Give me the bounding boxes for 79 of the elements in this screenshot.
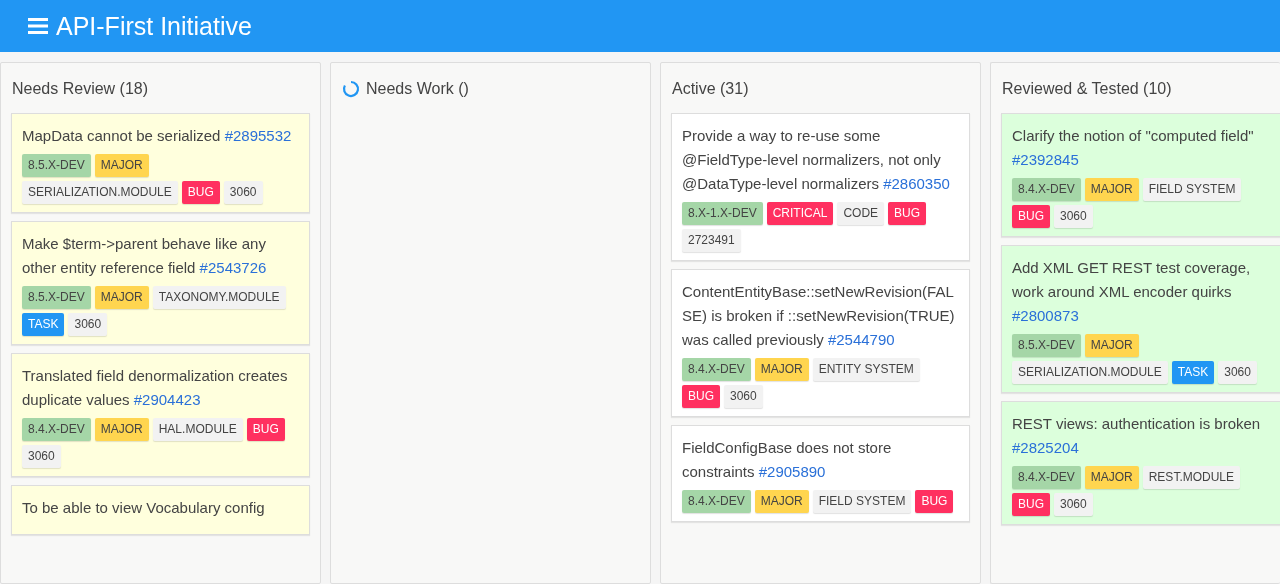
issue-tag: 8.X-1.X-DEV [682, 202, 763, 225]
issue-tag: BUG [888, 202, 927, 225]
issue-tag: CODE [837, 202, 885, 225]
issue-title: To be able to view Vocabulary config [22, 498, 266, 518]
issue-tag: 3060 [68, 313, 108, 336]
issue-tag: MAJOR [94, 154, 149, 177]
issue-title: Translated field denormalization creates duplicate values #2904423 [22, 366, 289, 410]
column-title: Active (31) [672, 80, 749, 98]
issue-tag: 3060 [223, 181, 263, 204]
issue-tag: MAJOR [1084, 334, 1139, 357]
issue-link[interactable]: #2905890 [758, 463, 826, 480]
issue-tag: MAJOR [94, 418, 149, 441]
issue-card[interactable]: Provide a way to re-use some @FieldType-level normalizers, not only @DataType-level normalizers #2860350 8.X-1.X-DEV CRITICAL CODE BUG 2723491 [671, 113, 970, 261]
issue-tag: CRITICAL [766, 202, 834, 225]
issue-tag: BUG [246, 418, 285, 441]
issue-tag: 3060 [1054, 205, 1093, 228]
issue-card[interactable]: FieldConfigBase does not store constraints #2905890 8.4.X-DEV MAJOR FIELD SYSTEM BUG [671, 425, 970, 522]
issue-tag: SERIALIZATION.MODULE [22, 181, 178, 204]
issue-tag: 2723491 [682, 229, 741, 252]
issue-card[interactable]: Clarify the notion of "computed field" #2392845 8.4.X-DEV MAJOR FIELD SYSTEM BUG 3060 [1001, 113, 1280, 237]
app-title: API-First Initiative [56, 11, 252, 41]
column-title: Reviewed & Tested (10) [1002, 80, 1172, 98]
issue-title: Add XML GET REST test coverage, work around XML encoder quirks #2800873 [1012, 258, 1252, 326]
issue-tag: MAJOR [754, 358, 809, 381]
issue-link[interactable]: #2860350 [883, 175, 950, 192]
issue-card[interactable]: Make $term->parent behave like any other entity reference field #2543726 8.5.X-DEV MAJOR TAXONOMY.MODULE TASK 3060 [11, 221, 310, 345]
issue-card[interactable]: MapData cannot be serialized #2895532 8.5.X-DEV MAJOR SERIALIZATION.MODULE BUG 3060 [11, 113, 310, 213]
issue-link[interactable]: #2825204 [1012, 439, 1079, 456]
issue-tag: 8.4.X-DEV [682, 358, 751, 381]
issue-tag: HAL.MODULE [152, 418, 243, 441]
issue-title: ContentEntityBase::setNewRevision(FALSE) is broken if ::setNewRevision(TRUE) was called previously #2544790 [682, 282, 956, 350]
issue-tag: 8.5.X-DEV [22, 154, 91, 177]
issue-tag: 3060 [724, 385, 763, 408]
issue-title: FieldConfigBase does not store constraints #2905890 [682, 438, 893, 482]
issue-tag: 8.5.X-DEV [22, 286, 91, 309]
issue-tag: REST.MODULE [1142, 466, 1241, 489]
issue-tag: BUG [1012, 205, 1050, 228]
issue-tag: TASK [1171, 361, 1215, 384]
issue-tag: 8.4.X-DEV [22, 418, 91, 441]
issue-title: REST views: authentication is broken #2825204 [1012, 414, 1262, 458]
issue-tag: 8.4.X-DEV [1012, 178, 1081, 201]
issue-tag: TASK [22, 313, 65, 336]
issue-tag: 8.4.X-DEV [1012, 466, 1081, 489]
issue-card[interactable]: REST views: authentication is broken #2825204 8.4.X-DEV MAJOR REST.MODULE BUG 3060 [1001, 401, 1280, 525]
issue-tag: MAJOR [1084, 466, 1139, 489]
issue-link[interactable]: #2800873 [1012, 307, 1079, 324]
issue-tag: 8.4.X-DEV [682, 490, 751, 513]
issue-card[interactable]: ContentEntityBase::setNewRevision(FALSE) is broken if ::setNewRevision(TRUE) was called previously #2544790 8.4.X-DEV MAJOR ENTITY SYSTEM BUG 3060 [671, 269, 970, 417]
menu-icon[interactable] [28, 17, 48, 35]
issue-card[interactable]: Add XML GET REST test coverage, work around XML encoder quirks #2800873 8.5.X-DEV MAJOR SERIALIZATION.MODULE TASK 3060 [1001, 245, 1280, 393]
issue-link[interactable]: #2392845 [1012, 151, 1079, 168]
issue-tag: 3060 [1054, 493, 1093, 516]
issue-title: MapData cannot be serialized #2895532 [22, 126, 293, 146]
issue-tag: BUG [915, 490, 954, 513]
issue-tag: TAXONOMY.MODULE [152, 286, 286, 309]
issue-tag: SERIALIZATION.MODULE [1012, 361, 1168, 384]
issue-tag: BUG [181, 181, 220, 204]
issue-title: Make $term->parent behave like any other entity reference field #2543726 [22, 234, 268, 278]
issue-tag: MAJOR [94, 286, 149, 309]
issue-tag: ENTITY SYSTEM [812, 358, 920, 381]
issue-tag: 3060 [22, 445, 61, 468]
issue-link[interactable]: #2544790 [827, 331, 895, 348]
issue-card[interactable]: Translated field denormalization creates duplicate values #2904423 8.4.X-DEV MAJOR HAL.MODULE BUG 3060 [11, 353, 310, 477]
issue-tag: FIELD SYSTEM [812, 490, 912, 513]
issue-tag: MAJOR [1084, 178, 1139, 201]
issue-tag: 3060 [1218, 361, 1257, 384]
issue-title: Provide a way to re-use some @FieldType-level normalizers, not only @DataType-level normalizers #2860350 [682, 126, 951, 194]
issue-link[interactable]: #2895532 [224, 127, 292, 144]
issue-tag: FIELD SYSTEM [1142, 178, 1242, 201]
issue-tag: BUG [682, 385, 720, 408]
column-title: Needs Review (18) [12, 80, 149, 98]
issue-tag: 8.5.X-DEV [1012, 334, 1081, 357]
issue-tag: MAJOR [754, 490, 809, 513]
issue-card[interactable]: To be able to view Vocabulary config [11, 485, 310, 535]
issue-link[interactable]: #2904423 [133, 391, 201, 408]
issue-link[interactable]: #2543726 [199, 259, 267, 276]
column-title: Needs Work () [366, 80, 469, 98]
issue-title: Clarify the notion of "computed field" #2392845 [1012, 126, 1255, 170]
issue-tag: BUG [1012, 493, 1050, 516]
